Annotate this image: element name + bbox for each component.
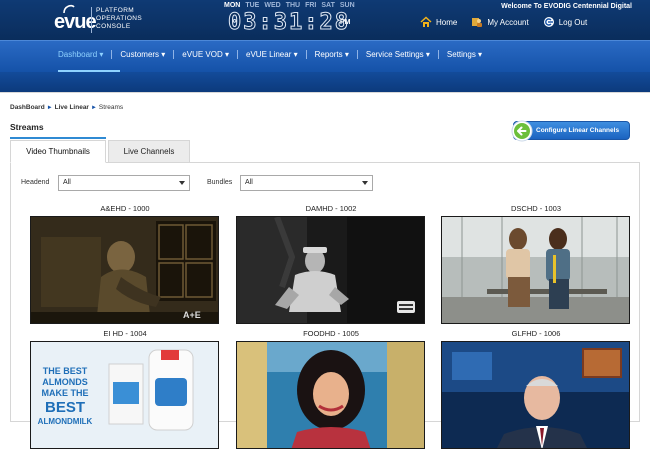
clock-ampm: PM <box>340 19 351 26</box>
welcome-message: Welcome To EVODIG Centennial Digital <box>501 3 632 10</box>
logo-subtitle-line: PLATFORM <box>96 7 135 14</box>
ad-text-line: THE BEST <box>43 366 88 376</box>
home-link[interactable]: Home <box>420 16 457 28</box>
breadcrumb: DashBoard ► Live Linear ► Streams <box>10 104 123 111</box>
ae-watermark: A+E <box>183 310 201 320</box>
day-sat: SAT <box>321 2 335 9</box>
digital-clock: 03:31:28 <box>228 10 350 36</box>
bundles-select[interactable]: All <box>240 175 373 191</box>
thumbnail-label: A&EHD - 1000 <box>100 204 150 213</box>
thumbnail-image: A+E <box>31 217 218 323</box>
my-account-label: My Account <box>487 17 529 27</box>
day-mon: MON <box>224 2 241 9</box>
logout-label: Log Out <box>558 17 588 27</box>
ad-text-line: MAKE THE <box>42 388 89 398</box>
thumbnail-image <box>442 217 629 323</box>
thumbnail-image <box>237 217 424 323</box>
chevron-down-icon <box>179 181 185 185</box>
nav-evue-linear[interactable]: eVUE Linear ▾ <box>238 50 306 59</box>
headend-label: Headend <box>21 179 50 186</box>
thumbnail-label: DSCHD - 1003 <box>510 204 562 213</box>
day-wed: WED <box>264 2 281 9</box>
thumbnail-label: EI HD - 1004 <box>103 329 147 338</box>
back-arrow-icon <box>511 120 533 142</box>
headend-value: All <box>63 179 71 186</box>
nav-reports[interactable]: Reports ▾ <box>307 50 357 59</box>
tab-video-thumbnails[interactable]: Video Thumbnails <box>10 140 106 163</box>
channel-thumbnail-ei[interactable]: THE BEST ALMONDS MAKE THE BEST ALMONDMIL… <box>30 341 219 449</box>
logo-wordmark: evue <box>54 11 97 33</box>
header-links: Home My Account Log Out <box>420 16 587 28</box>
ad-text-line: BEST <box>45 399 85 416</box>
page-divider <box>0 92 650 93</box>
account-icon <box>472 18 483 27</box>
breadcrumb-dashboard[interactable]: DashBoard <box>10 104 45 111</box>
bundles-label: Bundles <box>207 179 233 186</box>
weekday-indicator: MON TUE WED THU FRI SAT SUN <box>224 2 355 9</box>
nav-settings[interactable]: Settings ▾ <box>439 50 490 59</box>
ad-text-line: ALMONDS <box>42 377 88 387</box>
thumbnail-image <box>237 342 424 448</box>
ad-text-line: ALMONDMILK <box>38 417 93 426</box>
nav-service-settings[interactable]: Service Settings ▾ <box>358 50 438 59</box>
thumbnail-image <box>442 342 629 448</box>
breadcrumb-streams: Streams <box>98 104 124 111</box>
nav-dashboard[interactable]: Dashboard ▾ <box>50 50 111 59</box>
nav-band <box>0 72 650 92</box>
tab-live-channels[interactable]: Live Channels <box>108 140 190 163</box>
thumbnail-label: FOODHD - 1005 <box>303 329 359 338</box>
day-fri: FRI <box>305 2 317 9</box>
logout-icon <box>543 17 554 27</box>
channel-thumbnail-dam[interactable] <box>236 216 425 324</box>
channel-thumbnail-dsc[interactable] <box>441 216 630 324</box>
home-icon <box>420 16 432 27</box>
home-link-label: Home <box>436 17 458 27</box>
thumbnail-label: DAMHD - 1002 <box>305 204 357 213</box>
bundles-value: All <box>245 179 253 186</box>
main-nav: Dashboard ▾ Customers ▾ eVUE VOD ▾ eVUE … <box>0 40 650 72</box>
my-account-link[interactable]: My Account <box>471 16 529 28</box>
breadcrumb-arrow-icon: ► <box>90 105 97 111</box>
channel-thumbnail-glf[interactable] <box>441 341 630 449</box>
headend-select[interactable]: All <box>58 175 190 191</box>
evue-logo[interactable]: evue PLATFORM OPERATIONS CONSOLE <box>54 4 144 35</box>
thumbnail-image: THE BEST ALMONDS MAKE THE BEST ALMONDMIL… <box>31 342 218 448</box>
top-header: evue PLATFORM OPERATIONS CONSOLE MON TUE… <box>0 0 650 40</box>
day-thu: THU <box>285 2 301 9</box>
logo-subtitle-line: CONSOLE <box>96 23 131 30</box>
configure-linear-channels-button[interactable]: Configure Linear Channels <box>511 120 630 142</box>
day-tue: TUE <box>245 2 260 9</box>
logo-subtitle-line: OPERATIONS <box>96 15 143 22</box>
breadcrumb-arrow-icon: ► <box>46 105 53 111</box>
nav-menu: Dashboard ▾ Customers ▾ eVUE VOD ▾ eVUE … <box>50 50 490 59</box>
channel-thumbnail-food[interactable] <box>236 341 425 449</box>
configure-button-label: Configure Linear Channels <box>536 127 620 134</box>
logo-divider <box>91 7 92 33</box>
page-title: Streams <box>10 122 44 132</box>
day-sun: SUN <box>339 2 355 9</box>
breadcrumb-live-linear[interactable]: Live Linear <box>55 104 89 111</box>
nav-customers[interactable]: Customers ▾ <box>112 50 173 59</box>
channel-thumbnail-ae[interactable]: A+E <box>30 216 219 324</box>
logo-subtitle: PLATFORM OPERATIONS CONSOLE <box>96 7 142 31</box>
title-underline <box>10 137 106 139</box>
logout-link[interactable]: Log Out <box>543 16 587 28</box>
nav-evue-vod[interactable]: eVUE VOD ▾ <box>174 50 237 59</box>
chevron-down-icon <box>362 181 368 185</box>
thumbnail-label: GLFHD - 1006 <box>511 329 561 338</box>
